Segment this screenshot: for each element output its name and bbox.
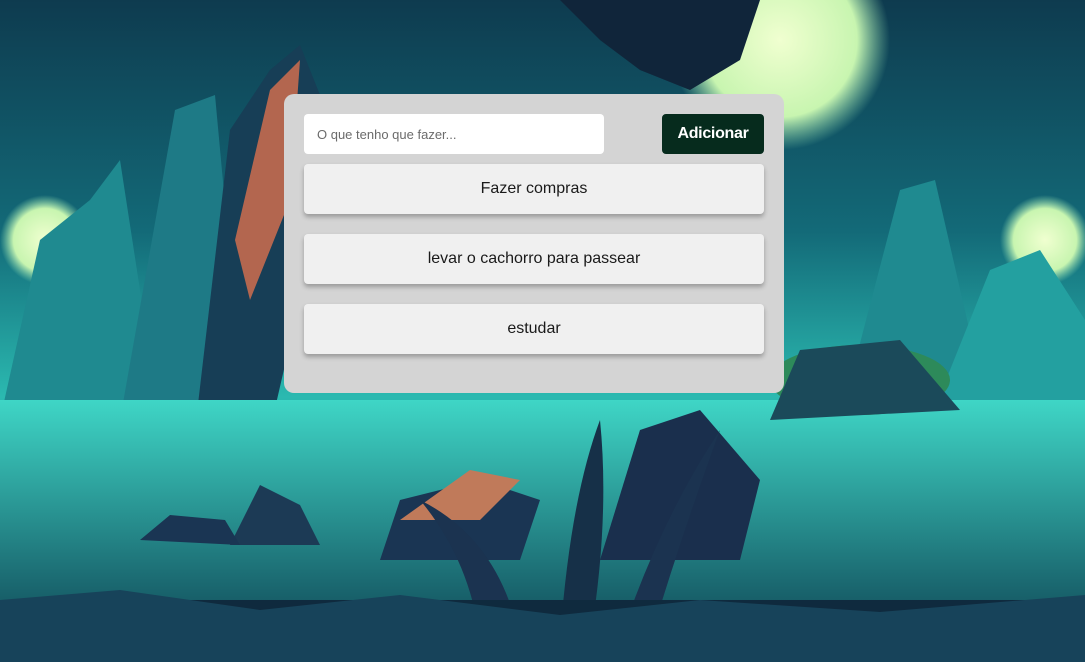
task-item[interactable]: estudar (304, 304, 764, 354)
task-list: Fazer compras levar o cachorro para pass… (304, 164, 764, 374)
task-item[interactable]: levar o cachorro para passear (304, 234, 764, 284)
add-task-button[interactable]: Adicionar (662, 114, 764, 154)
new-task-input[interactable] (304, 114, 604, 154)
task-item[interactable]: Fazer compras (304, 164, 764, 214)
todo-panel: Adicionar Fazer compras levar o cachorro… (284, 94, 784, 393)
